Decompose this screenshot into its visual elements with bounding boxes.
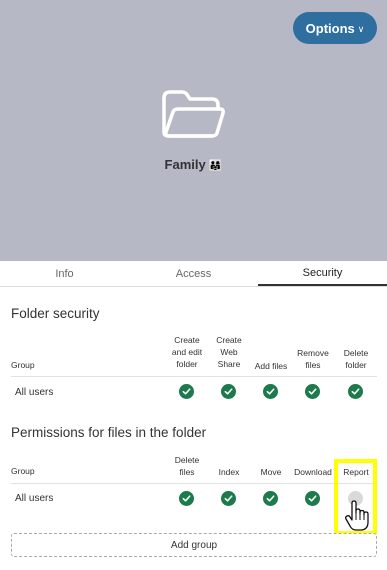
options-label: Options: [305, 20, 355, 36]
tab-access[interactable]: Access: [129, 261, 258, 286]
move-check[interactable]: [263, 491, 278, 506]
folder-name: Family 👨‍👩‍👧: [0, 157, 387, 172]
divider: [11, 376, 377, 377]
create-edit-folder-check[interactable]: [179, 384, 194, 399]
col-delete-files: Delete files: [174, 455, 200, 477]
col-move: Move: [260, 467, 282, 477]
col-add-files: Add files: [254, 361, 288, 371]
folder-header: Options ∨ Family 👨‍👩‍👧: [0, 0, 387, 261]
index-check[interactable]: [221, 491, 236, 506]
col-download: Download: [294, 467, 332, 477]
options-button[interactable]: Options ∨: [293, 12, 377, 44]
divider: [11, 483, 377, 484]
table-row-group: All users: [15, 387, 54, 398]
folder-icon: [162, 90, 225, 138]
col-create-edit-folder: Create and edit folder: [171, 335, 203, 369]
add-files-check[interactable]: [263, 384, 278, 399]
tab-security[interactable]: Security: [258, 261, 387, 286]
col-remove-files: Remove files: [297, 348, 329, 370]
download-check[interactable]: [305, 491, 320, 506]
create-web-share-check[interactable]: [221, 384, 236, 399]
col-delete-folder: Delete folder: [343, 348, 369, 370]
tab-info[interactable]: Info: [0, 261, 129, 286]
col-index: Index: [218, 467, 240, 477]
folder-security-group-header: Group: [11, 360, 35, 370]
family-emoji-icon: 👨‍👩‍👧: [208, 160, 223, 172]
col-create-web-share: Create Web Share: [216, 335, 242, 369]
delete-files-check[interactable]: [179, 491, 194, 506]
remove-files-check[interactable]: [305, 384, 320, 399]
delete-folder-check[interactable]: [348, 384, 363, 399]
hand-cursor-icon: [345, 500, 369, 531]
add-group-button[interactable]: Add group: [11, 533, 377, 557]
table-row-group: All users: [15, 493, 54, 504]
file-permissions-title: Permissions for files in the folder: [11, 425, 207, 440]
chevron-down-icon: ∨: [357, 23, 365, 34]
tab-bar: Info Access Security: [0, 261, 387, 287]
file-permissions-group-header: Group: [11, 466, 35, 476]
folder-name-text: Family: [164, 157, 206, 172]
folder-security-title: Folder security: [11, 306, 100, 321]
